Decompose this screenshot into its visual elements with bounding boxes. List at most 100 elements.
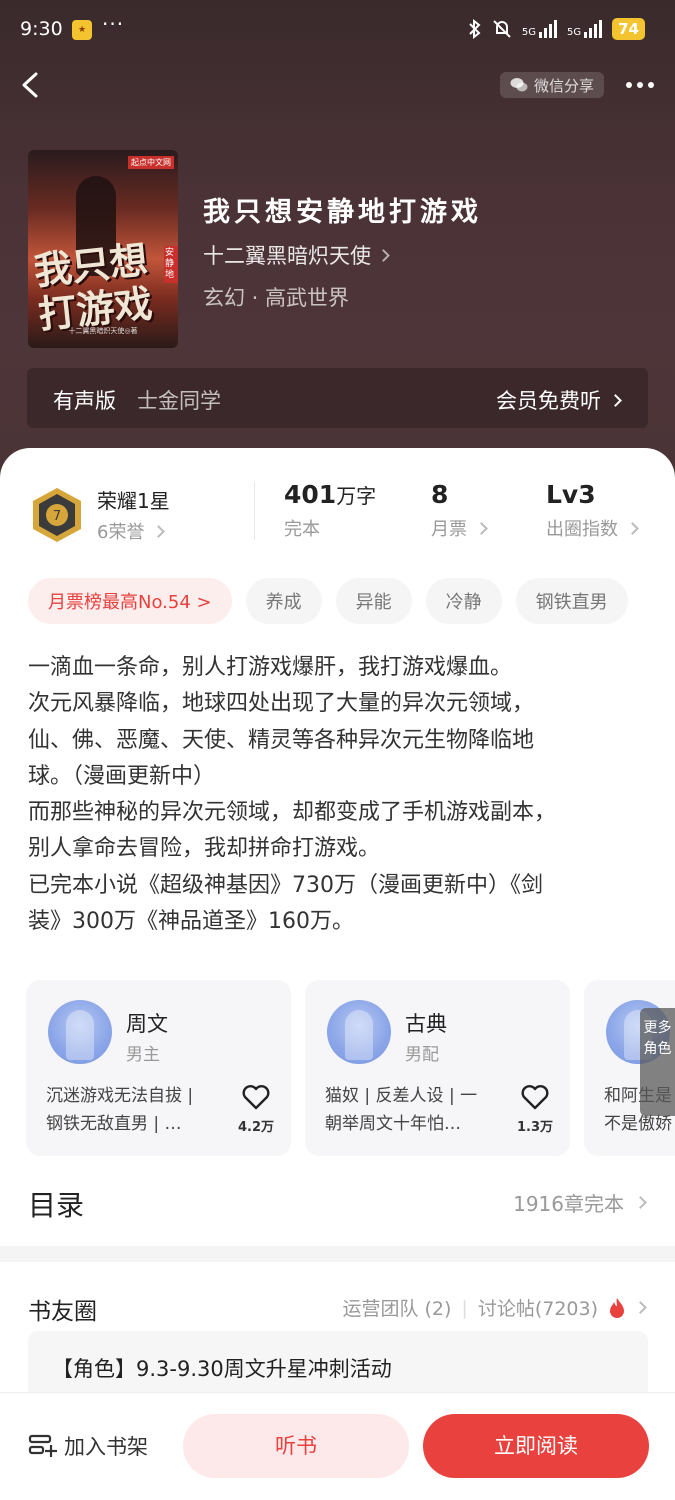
honor-medal-icon[interactable]: 7 [29,486,85,544]
author-name: 十二翼黑暗炽天使 [203,244,371,268]
read-now-button[interactable]: 立即阅读 [423,1414,649,1478]
character-avatar [327,1000,391,1064]
wechat-share-label: 微信分享 [534,76,595,95]
toc-status: 1916章完本 [513,1188,647,1217]
chevron-right-icon [609,393,622,407]
tag-item[interactable]: 养成 [245,578,322,624]
character-role: 男主 [126,1045,160,1065]
toc-title: 目录 [28,1189,85,1222]
add-to-shelf-button[interactable]: 加入书架 [28,1431,148,1461]
character-avatar [48,1000,112,1064]
character-desc-line: 钢铁无敌直男 | … [46,1114,182,1134]
table-of-contents[interactable]: 目录 1916章完本 [0,1170,675,1234]
book-circle-meta[interactable]: 运营团队 (2) | 讨论帖(7203) [342,1294,647,1321]
member-free-listen[interactable]: 会员免费听 [496,385,622,415]
member-free-listen-label: 会员免费听 [496,389,601,413]
synopsis-line: 一滴血一条命，别人打游戏爆肝，我打游戏爆血。 [28,655,513,680]
character-card[interactable]: 周文 男主 沉迷游戏无法自拔 | 钢铁无敌直男 | … 4.2万 [26,980,291,1156]
synopsis-line: 装》300万《神品道圣》160万。 [28,909,354,935]
status-right: 5G 5G 74 [468,18,645,40]
tag-item[interactable]: 冷静 [425,578,502,624]
chevron-right-icon [626,521,639,535]
pinned-post-title: 【角色】9.3-9.30周文升星冲刺活动 [52,1357,392,1381]
monthly-ticket-value: 8 [431,480,449,509]
character-name: 古典 [405,1012,447,1036]
character-like-button[interactable]: 4.2万 [236,1084,276,1135]
popularity-index-stat[interactable]: Lv3 出圈指数 [546,480,639,541]
cover-tag: 安静地 [164,246,178,283]
bottom-action-bar: 加入书架 听书 立即阅读 [0,1393,675,1500]
chevron-right-icon [634,1196,647,1209]
character-list: 周文 男主 沉迷游戏无法自拔 | 钢铁无敌直男 | … 4.2万 古典 男配 猫… [26,980,675,1156]
honor-count[interactable]: 6荣誉 [97,518,166,544]
meta-separator: | [461,1296,468,1319]
heart-icon [521,1085,549,1110]
character-like-count: 4.2万 [237,1120,275,1135]
monthly-ticket-stat[interactable]: 8 月票 [431,480,488,541]
synopsis-line: 次元风暴降临，地球四处出现了大量的异次元领域， [28,691,535,717]
synopsis-line: 已完本小说《超级神基因》730万（漫画更新中）《剑 [28,872,543,898]
synopsis-line: 别人拿命去冒险，我却拼命打游戏。 [28,836,381,862]
author-link[interactable]: 十二翼黑暗炽天使 [203,240,390,270]
bluetooth-icon [469,19,481,39]
audio-narrator: 士金同学 [137,389,221,413]
book-title: 我只想安静地打游戏 [203,197,482,228]
status-time: 9:30 [20,18,63,40]
section-divider [0,1246,675,1262]
audio-label: 有声版 [53,389,116,413]
honor-title[interactable]: 荣耀1星 [97,485,170,514]
audio-version-bar[interactable]: 有声版 士金同学 会员免费听 [27,368,648,428]
synopsis-line: 球。（漫画更新中） [28,763,216,789]
word-count-stat: 401万字 完本 [284,480,376,541]
tag-item[interactable]: 钢铁直男 [515,578,628,624]
top-nav: 微信分享 [0,60,675,110]
chevron-right-icon [475,521,488,535]
tag-item[interactable]: 异能 [335,578,412,624]
chevron-right-icon [377,248,390,262]
operations-team-link[interactable]: 运营团队 (2) [342,1294,451,1321]
word-count-value: 401 [284,480,337,509]
tag-list: 月票榜最高No.54 > 养成 异能 冷静 钢铁直男 [28,578,628,624]
listen-button[interactable]: 听书 [183,1414,409,1478]
notification-badge-icon: ★ [72,20,92,40]
more-characters-button[interactable]: 更多角色 [640,1008,675,1116]
synopsis-line: 仙、佛、恶魔、天使、精灵等各种异次元生物降临地 [28,727,535,753]
character-desc: 沉迷游戏无法自拔 | 钢铁无敌直男 | … [46,1082,236,1138]
discussion-posts-link[interactable]: 讨论帖(7203) [478,1294,598,1321]
character-name: 周文 [126,1012,168,1036]
ranking-tag[interactable]: 月票榜最高No.54 > [28,578,232,624]
popularity-index-value: Lv3 [546,480,596,509]
more-options-icon[interactable] [620,68,660,102]
character-card[interactable]: 古典 男配 猫奴 | 反差人设 | 一 朝举周文十年怕… 1.3万 [305,980,570,1156]
signal-5g-2-icon: 5G [567,20,603,38]
cover-title: 我只想打游戏 [31,236,155,338]
status-dots: ··· [102,12,125,36]
cover-author: 十二翼黑暗炽天使◎著 [68,327,138,335]
toc-status-label: 1916章完本 [513,1192,624,1216]
chevron-right-icon [152,524,166,538]
signal-5g-icon: 5G [522,20,557,38]
battery-icon: 74 [612,18,645,40]
wechat-icon [510,78,528,92]
popularity-index-label: 出圈指数 [546,519,618,540]
character-role: 男配 [405,1045,439,1065]
synopsis-line: 而那些神秘的异次元领域，却都变成了手机游戏副本， [28,800,557,826]
book-circle-title[interactable]: 书友圈 [28,1292,97,1326]
character-like-button[interactable]: 1.3万 [515,1084,555,1135]
status-bar: 9:30 ★ ··· 5G 5G 74 [0,0,675,60]
character-desc-line: 沉迷游戏无法自拔 | [46,1086,194,1106]
book-synopsis[interactable]: 一滴血一条命，别人打游戏爆肝，我打游戏爆血。 次元风暴降临，地球四处出现了大量的… [28,650,648,940]
honor-count-label: 6荣誉 [97,522,145,543]
cover-publisher: 起点中文网 [128,156,174,169]
svg-text:7: 7 [53,509,61,524]
book-genre: 玄幻 · 高武世界 [203,286,350,310]
add-shelf-icon [28,1434,57,1457]
word-count-label: 完本 [284,519,320,540]
wechat-share-button[interactable]: 微信分享 [500,72,605,98]
stats-divider [254,482,255,540]
book-cover[interactable]: 起点中文网 我只想打游戏 安静地 十二翼黑暗炽天使◎著 [28,150,178,348]
back-arrow-icon[interactable] [16,68,46,102]
character-desc-line: 猫奴 | 反差人设 | 一 [325,1086,478,1106]
character-desc-line: 朝举周文十年怕… [325,1114,461,1134]
heart-icon [242,1085,270,1110]
